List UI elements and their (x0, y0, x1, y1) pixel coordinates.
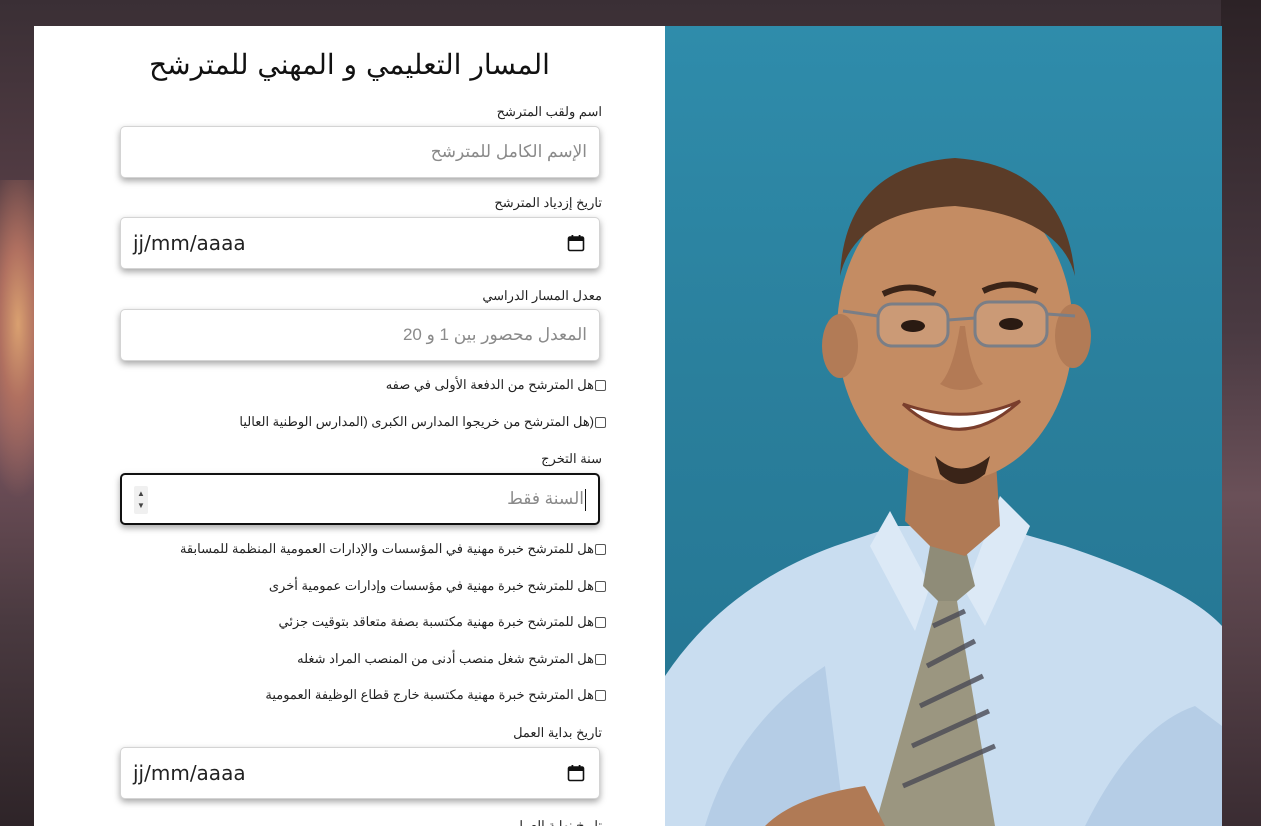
lower-post-checkbox-row[interactable]: هل المترشح شغل منصب أدنى من المنصب المرا… (297, 651, 606, 667)
exp-other-public-label: هل للمترشح خبرة مهنية في مؤسسات وإدارات … (268, 578, 594, 593)
exp-contract-checkbox-row[interactable]: هل للمترشح خبرة مهنية مكتسبة بصفة متعاقد… (279, 614, 606, 630)
exp-public-checkbox-row[interactable]: هل للمترشح خبرة مهنية في المؤسسات والإدا… (180, 541, 606, 557)
form-pane: المسار التعليمي و المهني للمترشح اسم ولق… (34, 26, 665, 826)
form-card: المسار التعليمي و المهني للمترشح اسم ولق… (34, 26, 1222, 826)
page-title: المسار التعليمي و المهني للمترشح (149, 48, 550, 81)
exp-private-checkbox[interactable] (595, 689, 606, 701)
exp-contract-label: هل للمترشح خبرة مهنية مكتسبة بصفة متعاقد… (278, 614, 594, 629)
lower-post-label: هل المترشح شغل منصب أدنى من المنصب المرا… (297, 651, 594, 666)
birth-date-label: تاريخ إزدياد المترشح (494, 195, 602, 210)
text-caret (585, 489, 586, 511)
name-input[interactable] (121, 127, 599, 177)
spinner-up-icon[interactable]: ▲ (137, 488, 145, 500)
work-start-label: تاريخ بداية العمل (513, 725, 602, 740)
exp-private-label: هل المترشح خبرة مهنية مكتسبة خارج قطاع ا… (265, 687, 594, 702)
name-field[interactable] (120, 126, 600, 178)
birth-date-field[interactable]: jj/mm/aaaa (120, 217, 600, 269)
lower-post-checkbox[interactable] (595, 653, 606, 665)
grandes-ecoles-label: (هل المترشح من خريجوا المدارس الكبرى (ال… (239, 414, 594, 429)
candidate-photo (665, 26, 1222, 826)
exp-private-checkbox-row[interactable]: هل المترشح خبرة مهنية مكتسبة خارج قطاع ا… (265, 687, 606, 703)
exp-other-public-checkbox-row[interactable]: هل للمترشح خبرة مهنية في مؤسسات وإدارات … (269, 578, 606, 594)
first-batch-label: هل المترشح من الدفعة الأولى في صفه (385, 377, 594, 392)
calendar-icon[interactable] (567, 764, 585, 782)
average-input[interactable] (121, 310, 599, 360)
grandes-ecoles-checkbox-row[interactable]: (هل المترشح من خريجوا المدارس الكبرى (ال… (239, 414, 606, 430)
graduation-year-label: سنة التخرج (541, 451, 602, 466)
calendar-icon[interactable] (567, 234, 585, 252)
first-batch-checkbox-row[interactable]: هل المترشح من الدفعة الأولى في صفه (386, 377, 606, 393)
average-label: معدل المسار الدراسي (482, 288, 602, 303)
exp-public-checkbox[interactable] (595, 543, 606, 555)
graduation-year-input[interactable] (122, 475, 598, 523)
spinner-down-icon[interactable]: ▼ (137, 500, 145, 512)
first-batch-checkbox[interactable] (595, 379, 606, 391)
grandes-ecoles-checkbox[interactable] (595, 416, 606, 428)
background-right-edge (1221, 0, 1261, 826)
businessman-illustration (665, 158, 1222, 826)
work-end-label: تاريخ نهاية العمل (513, 818, 602, 826)
number-spinner[interactable]: ▲ ▼ (134, 486, 148, 514)
birth-date-value: jj/mm/aaaa (133, 231, 246, 255)
name-label: اسم ولقب المترشح (496, 104, 602, 119)
work-start-field[interactable]: jj/mm/aaaa (120, 747, 600, 799)
graduation-year-field[interactable]: ▲ ▼ (120, 473, 600, 525)
exp-other-public-checkbox[interactable] (595, 580, 606, 592)
average-field[interactable] (120, 309, 600, 361)
exp-contract-checkbox[interactable] (595, 616, 606, 628)
exp-public-label: هل للمترشح خبرة مهنية في المؤسسات والإدا… (179, 541, 594, 556)
work-start-value: jj/mm/aaaa (133, 761, 246, 785)
